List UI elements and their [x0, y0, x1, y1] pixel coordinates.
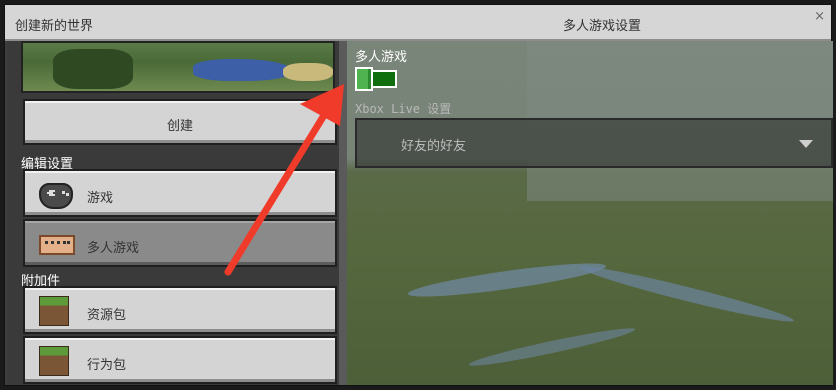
behavior-pack-label: 行为包	[87, 358, 127, 373]
right-panel: 多人游戏 Xbox Live 设置 好友的好友	[347, 41, 833, 385]
grass-block-icon	[39, 296, 69, 326]
close-icon[interactable]: ×	[814, 9, 825, 24]
multiplayer-settings-label: 多人游戏	[87, 241, 140, 256]
title-bar: 创建新的世界 多人游戏设置 ×	[5, 5, 831, 41]
game-settings-label: 游戏	[87, 191, 114, 206]
multiplayer-toggle[interactable]	[355, 67, 397, 91]
panel-divider[interactable]	[339, 41, 347, 385]
toggle-knob	[355, 67, 373, 91]
chevron-down-icon	[799, 140, 813, 148]
left-panel: 创建 编辑设置 游戏 多人游戏 附加件 资源包 行为包	[7, 41, 339, 385]
grass-block-icon	[39, 346, 69, 376]
create-button[interactable]: 创建	[23, 99, 337, 145]
game-settings-button[interactable]: 游戏	[23, 169, 337, 217]
xbox-live-visibility-dropdown[interactable]: 好友的好友	[355, 118, 833, 168]
create-button-label: 创建	[166, 119, 193, 134]
resource-pack-button[interactable]: 资源包	[23, 286, 337, 334]
dropdown-value: 好友的好友	[401, 139, 467, 154]
multiplayer-title: 多人游戏	[355, 50, 408, 65]
left-title: 创建新的世界	[15, 19, 94, 34]
dialog-window: 创建新的世界 多人游戏设置 × 创建 编辑设置 游戏 多人游戏 附加件 资源包 …	[4, 4, 833, 386]
multiplayer-settings-button[interactable]: 多人游戏	[23, 219, 337, 267]
world-preview-image	[21, 41, 335, 93]
behavior-pack-button[interactable]: 行为包	[23, 336, 337, 384]
gamepad-icon	[39, 183, 73, 209]
players-faces-icon	[39, 235, 75, 255]
xbox-live-settings-label: Xbox Live 设置	[355, 102, 452, 116]
background-landscape	[347, 41, 833, 385]
page-title: 多人游戏设置	[563, 19, 642, 34]
resource-pack-label: 资源包	[87, 308, 127, 323]
